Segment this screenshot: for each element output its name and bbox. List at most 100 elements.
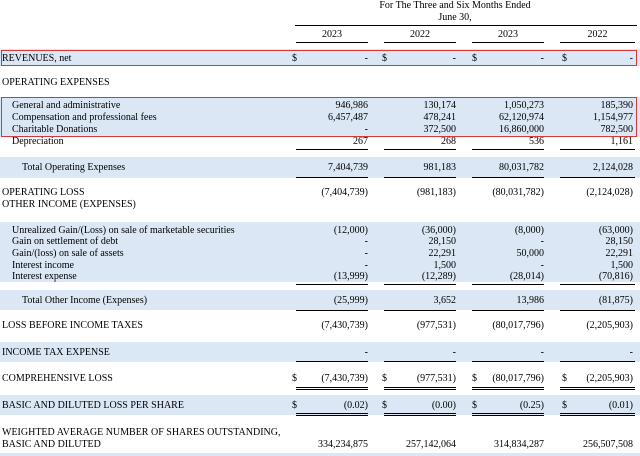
period-title-line2: June 30, <box>438 12 472 23</box>
rule <box>560 413 635 414</box>
rule <box>560 310 635 311</box>
total-opex-label: Total Operating Expenses <box>22 162 126 173</box>
rule <box>472 177 544 178</box>
income-tax-val-2: - <box>452 347 456 358</box>
highlight-expense-lines <box>1 97 637 137</box>
depreciation-val-3: 536 <box>529 136 544 147</box>
rule <box>472 389 544 390</box>
year-underline-4 <box>560 42 635 43</box>
interest-expense-val-3: (28,014) <box>509 271 544 282</box>
loss-before-tax-label: LOSS BEFORE INCOME TAXES <box>2 320 143 331</box>
rule <box>384 177 456 178</box>
comprehensive-loss-val-1: (7,430,739) <box>321 373 368 384</box>
total-other-label: Total Other Income (Expenses) <box>22 295 148 306</box>
total-opex-val-2: 981,183 <box>423 162 457 173</box>
weighted-shares-label-line2: BASIC AND DILUTED <box>2 439 101 450</box>
interest-expense-label: Interest expense <box>12 271 77 282</box>
depreciation-label: Depreciation <box>12 136 64 147</box>
loss-before-tax-val-3: (80,017,796) <box>492 320 544 331</box>
operating-loss-val-2: (981,183) <box>416 187 456 198</box>
weighted-shares-val-3: 314,834,287 <box>494 439 544 450</box>
currency-symbol: $ <box>382 373 387 384</box>
gain-assets-label: Gain/(loss) on sale of assets <box>12 248 124 259</box>
rule <box>384 415 456 416</box>
weighted-shares-val-2: 257,142,064 <box>406 439 456 450</box>
opex-heading: OPERATING EXPENSES <box>2 77 110 88</box>
year-col-3: 2023 <box>498 29 518 40</box>
rule <box>560 177 635 178</box>
total-opex-val-3: 80,031,782 <box>499 162 544 173</box>
weighted-shares-val-1: 334,234,875 <box>318 439 368 450</box>
rule <box>296 310 368 311</box>
total-other-val-2: 3,652 <box>433 295 457 306</box>
rule <box>472 387 544 388</box>
eps-label: BASIC AND DILUTED LOSS PER SHARE <box>2 400 184 411</box>
rule <box>472 310 544 311</box>
year-col-1: 2023 <box>322 29 342 40</box>
depreciation-val-1: 267 <box>353 136 368 147</box>
year-col-4: 2022 <box>587 29 608 40</box>
weighted-shares-label-line1: WEIGHTED AVERAGE NUMBER OF SHARES OUTSTA… <box>2 427 281 438</box>
rule <box>560 361 635 362</box>
gain-debt-val-4: 28,150 <box>605 236 634 247</box>
rule <box>384 413 456 414</box>
header-rule <box>295 25 637 26</box>
loss-before-tax-val-1: (7,430,739) <box>321 320 368 331</box>
operating-loss-label: OPERATING LOSS <box>2 187 85 198</box>
interest-expense-val-1: (13,999) <box>333 271 368 282</box>
eps-val-2: (0.00) <box>431 400 456 411</box>
rule <box>296 413 368 414</box>
income-tax-val-3: - <box>540 347 544 358</box>
interest-expense-val-2: (12,289) <box>421 271 456 282</box>
total-other-val-3: 13,986 <box>516 295 545 306</box>
highlight-revenues <box>1 50 637 66</box>
rule <box>472 415 544 416</box>
operating-loss-val-4: (2,124,028) <box>586 187 633 198</box>
rule <box>560 389 635 390</box>
loss-before-tax-val-2: (977,531) <box>416 320 456 331</box>
rule <box>560 387 635 388</box>
rule <box>296 177 368 178</box>
weighted-shares-val-4: 256,507,508 <box>583 439 633 450</box>
gain-debt-label: Gain on settlement of debt <box>12 236 119 247</box>
gain-debt-val-3: - <box>540 236 544 247</box>
year-underline-2 <box>384 42 456 43</box>
currency-symbol: $ <box>292 373 297 384</box>
eps-val-4: (0.01) <box>608 400 633 411</box>
gain-assets-val-3: 50,000 <box>516 248 545 259</box>
income-tax-val-1: - <box>364 347 368 358</box>
rule <box>296 361 368 362</box>
rule <box>560 149 635 150</box>
comprehensive-loss-val-4: (2,205,903) <box>586 373 633 384</box>
gain-debt-val-1: - <box>364 236 368 247</box>
rule <box>560 415 635 416</box>
depreciation-val-2: 268 <box>441 136 456 147</box>
rule <box>560 284 635 285</box>
rule <box>384 361 456 362</box>
rule <box>472 149 544 150</box>
year-underline-1 <box>296 42 368 43</box>
currency-symbol: $ <box>382 400 387 411</box>
gain-debt-val-2: 28,150 <box>428 236 457 247</box>
period-title-line1: For The Three and Six Months Ended <box>379 0 531 11</box>
rule <box>384 387 456 388</box>
rule <box>384 149 456 150</box>
year-col-2: 2022 <box>410 29 430 40</box>
eps-val-1: (0.02) <box>343 400 368 411</box>
loss-before-tax-val-4: (2,205,903) <box>586 320 633 331</box>
comprehensive-loss-val-3: (80,017,796) <box>492 373 544 384</box>
comprehensive-loss-val-2: (977,531) <box>416 373 456 384</box>
total-opex-val-1: 7,404,739 <box>328 162 368 173</box>
rule <box>384 284 456 285</box>
rule <box>296 389 368 390</box>
gain-assets-val-4: 22,291 <box>605 248 634 259</box>
rule <box>384 389 456 390</box>
eps-val-3: (0.25) <box>519 400 544 411</box>
gain-assets-val-2: 22,291 <box>428 248 457 259</box>
rule <box>296 387 368 388</box>
rule <box>384 310 456 311</box>
income-tax-label: INCOME TAX EXPENSE <box>2 347 110 358</box>
rule <box>472 413 544 414</box>
operating-loss-val-3: (80,031,782) <box>492 187 544 198</box>
other-income-heading: OTHER INCOME (EXPENSES) <box>2 199 136 210</box>
